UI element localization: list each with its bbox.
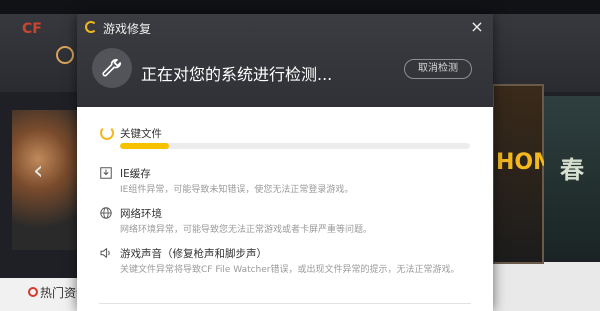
check-item-title: 游戏声音（修复枪声和脚步声） [120,248,267,260]
news-icon [28,287,38,297]
left-banner-art [12,110,78,250]
spinner-icon [100,126,114,140]
check-item-ie-cache: IE缓存 IE组件异常，可能导致未知错误，使您无法正常登录游戏。 [100,166,480,196]
launcher-ring-icon [56,46,74,64]
speaker-icon [100,248,110,258]
launcher-top-band [0,0,600,14]
right-banner-glyph: 春 [560,155,584,184]
launcher-logo: CF [22,21,42,37]
check-item-title: IE缓存 [120,168,151,180]
dialog-header: 游戏修复 × 正在对您的系统进行检测... 取消检测 [77,14,493,107]
close-button[interactable]: × [469,18,485,36]
check-item-title: 关键文件 [120,128,162,140]
divider [99,303,471,304]
status-text: 正在对您的系统进行检测... [141,65,333,84]
key-files-progress-bar [120,143,470,149]
check-item-network: 网络环境 网络环境异常，可能导致您无法正常游戏或者卡屏严重等问题。 [100,206,480,236]
check-item-desc: IE组件异常，可能导致未知错误，使您无法正常登录游戏。 [120,185,354,195]
progress-fill [120,143,169,149]
check-item-key-files: 关键文件 [100,126,480,156]
check-item-title: 网络环境 [120,208,162,220]
game-repair-dialog: 游戏修复 × 正在对您的系统进行检测... 取消检测 关键文件 IE缓存 IE组… [77,14,493,311]
dialog-title: 游戏修复 [103,22,152,36]
app-logo-icon [85,21,97,33]
check-item-game-sound: 游戏声音（修复枪声和脚步声） 关键文件异常将导致CF File Watcher错… [100,246,480,276]
carousel-prev-arrow-icon[interactable]: ‹ [33,156,43,186]
download-box-icon [100,167,112,179]
check-item-desc: 网络环境异常，可能导致您无法正常游戏或者卡屏严重等问题。 [120,225,373,235]
cancel-check-button[interactable]: 取消检测 [404,59,472,79]
globe-icon [100,207,112,219]
wrench-icon [92,48,132,88]
dialog-titlebar[interactable]: 游戏修复 × [77,14,493,42]
check-item-desc: 关键文件异常将导致CF File Watcher错误，或出现文件异常的提示，无法… [120,265,460,275]
